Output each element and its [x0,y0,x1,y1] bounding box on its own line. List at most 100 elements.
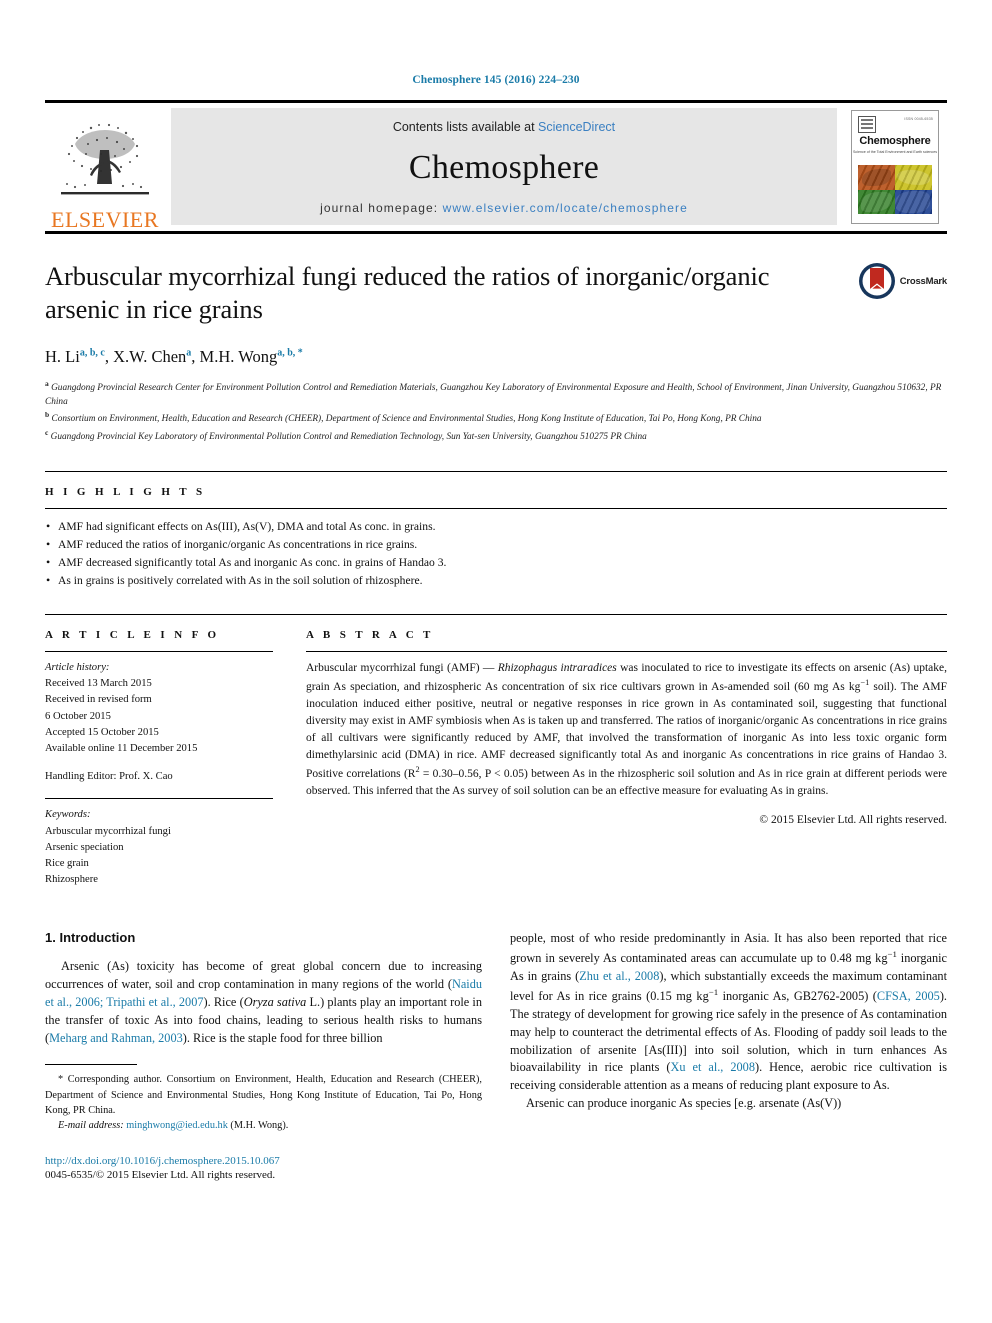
handling-editor: Handling Editor: Prof. X. Cao [45,771,173,783]
highlights-section: H I G H L I G H T S AMF had significant … [45,471,947,590]
citation-cfsa[interactable]: CFSA, 2005 [877,989,940,1003]
intro-right-sup-1: −1 [887,949,897,960]
contents-prefix: Contents lists available at [392,120,539,134]
intro-right-d: inorganic As, GB2762-2005) ( [718,989,877,1004]
page-title: Arbuscular mycorrhizal fungi reduced the… [45,261,770,325]
author-2: X.W. Chena [113,347,191,366]
abstract-part-3: soil). The AMF inoculation induced eithe… [306,680,947,781]
abstract-text: Arbuscular mycorrhizal fungi (AMF) — Rhi… [306,660,947,801]
email-owner: (M.H. Wong). [230,1119,289,1131]
affiliation-b-text: Consortium on Environment, Health, Educa… [51,414,762,425]
highlight-item: AMF had significant effects on As(III), … [45,517,947,536]
article-page: Chemosphere 145 (2016) 224–230 ELSEVIER … [0,0,992,1323]
corresponding-author-footnote: * Corresponding author. Consortium on En… [45,1074,482,1116]
affiliation-a-marker: a [45,378,49,388]
sciencedirect-link[interactable]: ScienceDirect [538,120,615,134]
citation-meharg-rahman[interactable]: Meharg and Rahman, 2003 [49,1031,183,1045]
cover-quadrant-blue [895,189,932,214]
body-right-column: people, most of who reside predominantly… [510,930,947,1180]
intro-right-a: people, most of who reside predominantly… [510,931,947,966]
cover-leaf-collage [858,165,932,214]
author-3-affil-marker: a, b, * [277,347,303,359]
keyword-item: Rhizosphere [45,874,98,886]
history-accepted: Accepted 15 October 2015 [45,726,159,738]
body-columns: 1. Introduction Arsenic (As) toxicity ha… [45,930,947,1181]
journal-homepage-line: journal homepage: www.elsevier.com/locat… [320,201,688,215]
history-revised-label: Received in revised form [45,694,152,706]
abstract-part-1: Arbuscular mycorrhizal fungi (AMF) — [306,661,498,674]
highlight-item: AMF decreased significantly total As and… [45,553,947,572]
introduction-heading: 1. Introduction [45,930,136,946]
article-info-heading: A R T I C L E I N F O [45,628,220,641]
abstract-heading: A B S T R A C T [306,628,434,641]
article-info-column: A R T I C L E I N F O Article history: R… [45,629,273,888]
email-link[interactable]: minghwong@ied.edu.hk [126,1120,228,1131]
intro-left-b: ). Rice ( [203,995,244,1009]
journal-masthead: ELSEVIER Contents lists available at Sci… [45,100,947,234]
footnote-divider [45,1064,137,1066]
highlight-item: As in grains is positively correlated wi… [45,571,947,590]
affiliation-b-marker: b [45,410,50,420]
author-3-name: M.H. Wong [199,346,278,366]
author-list: H. Lia, b, c, X.W. Chena, M.H. Wonga, b,… [45,346,303,366]
journal-title: Chemosphere [408,148,600,186]
author-2-name: X.W. Chen [113,346,187,366]
cover-elsevier-mark-icon [858,116,876,133]
citation-xu[interactable]: Xu et al., 2008 [670,1060,755,1074]
article-history: Article history: Received 13 March 2015 … [45,660,273,785]
keywords-divider [45,798,273,800]
highlights-heading: H I G H L I G H T S [45,486,206,499]
affiliation-c-marker: c [45,428,49,438]
info-abstract-section: A R T I C L E I N F O Article history: R… [45,613,947,888]
crossmark-badge[interactable]: CrossMark [858,260,947,300]
homepage-prefix: journal homepage: [320,201,443,215]
author-1-affil-marker: a, b, c [79,347,105,359]
abstract-column: A B S T R A C T Arbuscular mycorrhizal f… [306,629,947,888]
doi-link[interactable]: http://dx.doi.org/10.1016/j.chemosphere.… [45,1155,482,1167]
contents-available-line: Contents lists available at ScienceDirec… [393,120,615,134]
affiliation-c: c Guangdong Provincial Key Laboratory of… [45,427,947,445]
cover-subtitle: Science of the Total Environment and Ear… [852,150,938,154]
article-info-divider [45,650,273,652]
history-available-online: Available online 11 December 2015 [45,742,198,754]
abstract-divider [306,650,947,652]
intro-left-a: Arsenic (As) toxicity has become of grea… [45,959,482,992]
elsevier-logo: ELSEVIER [45,103,165,231]
keyword-item: Arsenic speciation [45,841,124,853]
cover-header: ISSN 0045-6535 Chemosphere Science of th… [852,111,938,163]
doi-block: http://dx.doi.org/10.1016/j.chemosphere.… [45,1155,482,1181]
affiliation-list: a Guangdong Provincial Research Center f… [45,378,947,445]
title-block: Arbuscular mycorrhizal fungi reduced the… [45,260,947,327]
keywords-block: Keywords: Arbuscular mycorrhizal fungi A… [45,807,273,888]
introduction-paragraph-right: people, most of who reside predominantly… [510,930,947,1095]
abstract-species-name: Rhizophagus intraradices [497,661,617,674]
author-2-affil-marker: a [186,347,192,359]
cover-quadrant-yellow [895,165,932,190]
highlights-list: AMF had significant effects on As(III), … [45,517,947,590]
author-3: M.H. Wonga, b, * [200,347,303,366]
affiliation-b: b Consortium on Environment, Health, Edu… [45,409,947,427]
running-head: Chemosphere 145 (2016) 224–230 [412,74,580,86]
history-revised-date: 6 October 2015 [45,710,111,722]
keywords-label: Keywords: [45,809,91,821]
history-received: Received 13 March 2015 [45,678,152,690]
citation-zhu[interactable]: Zhu et al., 2008 [579,969,659,983]
author-1: H. Lia, b, c [45,347,105,366]
journal-homepage-url[interactable]: www.elsevier.com/locate/chemosphere [443,201,688,215]
affiliation-a: a Guangdong Provincial Research Center f… [45,378,947,410]
highlight-item: AMF reduced the ratios of inorganic/orga… [45,535,947,554]
masthead-center: Contents lists available at ScienceDirec… [171,108,837,225]
body-left-column: 1. Introduction Arsenic (As) toxicity ha… [45,930,482,1181]
elsevier-wordmark: ELSEVIER [51,207,159,232]
introduction-paragraph-left: Arsenic (As) toxicity has become of grea… [45,958,482,1047]
crossmark-label: CrossMark [899,275,948,287]
cover-image: ISSN 0045-6535 Chemosphere Science of th… [851,110,939,224]
crossmark-icon [858,263,895,299]
abstract-sup-1: −1 [860,678,870,688]
intro-left-d: ). Rice is the staple food for three bil… [182,1030,383,1045]
author-1-name: H. Li [45,346,80,366]
email-label: E-mail address: [58,1119,124,1131]
cover-title: Chemosphere [859,135,931,147]
affiliation-a-text: Guangdong Provincial Research Center for… [45,382,942,407]
email-footnote: E-mail address: minghwong@ied.edu.hk (M.… [45,1118,482,1133]
